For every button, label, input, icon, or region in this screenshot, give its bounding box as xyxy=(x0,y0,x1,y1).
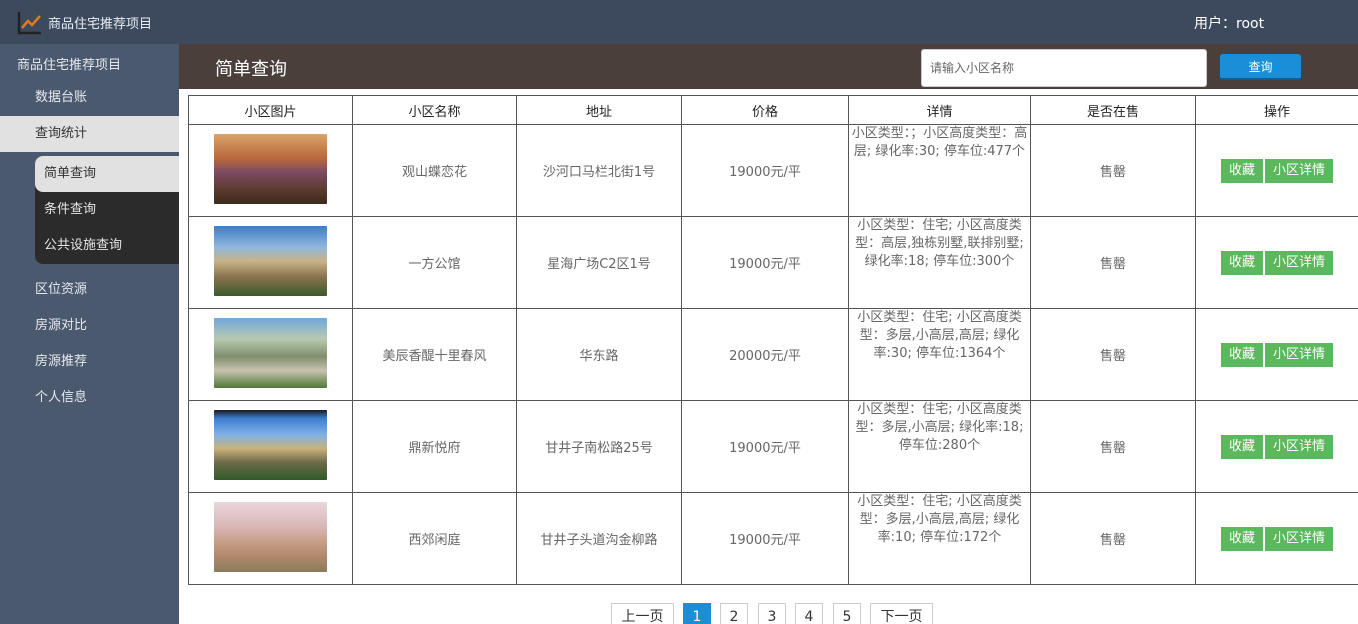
page-button-4[interactable]: 4 xyxy=(795,603,823,624)
community-detail-button[interactable]: 小区详情 xyxy=(1265,434,1334,459)
community-detail-button[interactable]: 小区详情 xyxy=(1265,526,1334,551)
sidebar-item-data-ledger[interactable]: 数据台账 xyxy=(0,80,179,116)
sidebar-item-recommend[interactable]: 房源推荐 xyxy=(0,344,179,380)
community-price: 19000元/平 xyxy=(681,492,849,585)
table-row: 一方公馆 星海广场C2区1号 19000元/平 小区类型：住宅; 小区高度类型：… xyxy=(188,216,1358,309)
col-header-image: 小区图片 xyxy=(188,95,353,125)
actions-cell: 收藏 小区详情 xyxy=(1195,216,1358,309)
col-header-detail: 详情 xyxy=(848,95,1031,125)
community-price: 19000元/平 xyxy=(681,124,849,217)
community-photo xyxy=(214,501,327,572)
community-name: 西郊闲庭 xyxy=(352,492,517,585)
community-address: 星海广场C2区1号 xyxy=(516,216,682,309)
favorite-button[interactable]: 收藏 xyxy=(1220,250,1263,275)
submenu-item-condition-query[interactable]: 条件查询 xyxy=(35,192,179,228)
user-label: 用户：root xyxy=(1194,16,1265,32)
image-cell xyxy=(188,308,353,401)
favorite-button[interactable]: 收藏 xyxy=(1220,526,1263,551)
community-name: 鼎新悦府 xyxy=(352,400,517,493)
community-address: 沙河口马栏北街1号 xyxy=(516,124,682,217)
community-photo xyxy=(214,317,327,388)
community-name: 美辰香醍十里春风 xyxy=(352,308,517,401)
community-price: 19000元/平 xyxy=(681,400,849,493)
sale-status: 售罄 xyxy=(1030,216,1196,309)
col-header-name: 小区名称 xyxy=(352,95,517,125)
actions-cell: 收藏 小区详情 xyxy=(1195,400,1358,493)
page-button-3[interactable]: 3 xyxy=(758,603,786,624)
search-button[interactable]: 查询 xyxy=(1220,54,1301,80)
page-button-2[interactable]: 2 xyxy=(720,603,748,624)
page-title: 简单查询 xyxy=(215,59,287,80)
search-input[interactable] xyxy=(921,49,1207,87)
image-cell xyxy=(188,492,353,585)
app-title: 商品住宅推荐项目 xyxy=(48,17,153,32)
image-cell xyxy=(188,124,353,217)
sale-status: 售罄 xyxy=(1030,124,1196,217)
community-detail: 小区类型：住宅; 小区高度类型：多层,小高层; 绿化率:18; 停车位:280个 xyxy=(848,400,1031,493)
col-header-address: 地址 xyxy=(516,95,682,125)
community-name: 观山蝶恋花 xyxy=(352,124,517,217)
sidebar-item-query-stats[interactable]: 查询统计 xyxy=(0,116,179,152)
image-cell xyxy=(188,400,353,493)
community-photo xyxy=(214,133,327,204)
community-detail-button[interactable]: 小区详情 xyxy=(1265,342,1334,367)
community-photo xyxy=(214,409,327,480)
community-detail-button[interactable]: 小区详情 xyxy=(1265,250,1334,275)
community-detail: 小区类型：住宅; 小区高度类型：多层,小高层,高层; 绿化率:10; 停车位:1… xyxy=(848,492,1031,585)
page-button-1[interactable]: 1 xyxy=(683,603,711,624)
sale-status: 售罄 xyxy=(1030,492,1196,585)
community-address: 甘井子头道沟金柳路 xyxy=(516,492,682,585)
community-price: 19000元/平 xyxy=(681,216,849,309)
sale-status: 售罄 xyxy=(1030,308,1196,401)
sidebar-item-profile[interactable]: 个人信息 xyxy=(0,380,179,416)
table-row: 西郊闲庭 甘井子头道沟金柳路 19000元/平 小区类型：住宅; 小区高度类型：… xyxy=(188,492,1358,585)
sidebar-item-location[interactable]: 区位资源 xyxy=(0,272,179,308)
favorite-button[interactable]: 收藏 xyxy=(1220,434,1263,459)
chart-logo-icon xyxy=(17,12,41,35)
community-detail: 小区类型：住宅; 小区高度类型：高层,独栋别墅,联排别墅; 绿化率:18; 停车… xyxy=(848,216,1031,309)
page-header: 简单查询 查询 xyxy=(179,44,1358,89)
page-button-5[interactable]: 5 xyxy=(833,603,861,624)
community-address: 华东路 xyxy=(516,308,682,401)
top-bar: 商品住宅推荐项目 用户：root xyxy=(0,0,1358,44)
favorite-button[interactable]: 收藏 xyxy=(1220,158,1263,183)
community-price: 20000元/平 xyxy=(681,308,849,401)
community-name: 一方公馆 xyxy=(352,216,517,309)
table-header-row: 小区图片 小区名称 地址 价格 详情 是否在售 操作 xyxy=(188,95,1358,125)
table-row: 美辰香醍十里春风 华东路 20000元/平 小区类型：住宅; 小区高度类型：多层… xyxy=(188,308,1358,401)
community-detail: 小区类型：住宅; 小区高度类型：多层,小高层,高层; 绿化率:30; 停车位:1… xyxy=(848,308,1031,401)
next-page-button[interactable]: 下一页 xyxy=(870,603,933,624)
table-row: 观山蝶恋花 沙河口马栏北街1号 19000元/平 小区类型：；小区高度类型：高层… xyxy=(188,124,1358,217)
sale-status: 售罄 xyxy=(1030,400,1196,493)
results-table: 小区图片 小区名称 地址 价格 详情 是否在售 操作 观山蝶恋花 沙河口马栏北街… xyxy=(188,95,1358,585)
actions-cell: 收藏 小区详情 xyxy=(1195,308,1358,401)
community-detail-button[interactable]: 小区详情 xyxy=(1265,158,1334,183)
submenu-item-simple-query[interactable]: 简单查询 xyxy=(35,156,179,192)
table-row: 鼎新悦府 甘井子南松路25号 19000元/平 小区类型：住宅; 小区高度类型：… xyxy=(188,400,1358,493)
col-header-on-sale: 是否在售 xyxy=(1030,95,1196,125)
sidebar: 商品住宅推荐项目 数据台账 查询统计 简单查询 条件查询 公共设施查询 区位资源… xyxy=(0,44,179,624)
col-header-actions: 操作 xyxy=(1195,95,1358,125)
image-cell xyxy=(188,216,353,309)
prev-page-button[interactable]: 上一页 xyxy=(611,603,674,624)
sidebar-item-compare[interactable]: 房源对比 xyxy=(0,308,179,344)
submenu-item-facility-query[interactable]: 公共设施查询 xyxy=(35,228,179,264)
col-header-price: 价格 xyxy=(681,95,849,125)
sidebar-header: 商品住宅推荐项目 xyxy=(17,58,122,73)
community-detail: 小区类型：；小区高度类型：高层; 绿化率:30; 停车位:477个 xyxy=(848,124,1031,217)
actions-cell: 收藏 小区详情 xyxy=(1195,124,1358,217)
community-photo xyxy=(214,225,327,296)
favorite-button[interactable]: 收藏 xyxy=(1220,342,1263,367)
community-address: 甘井子南松路25号 xyxy=(516,400,682,493)
actions-cell: 收藏 小区详情 xyxy=(1195,492,1358,585)
query-submenu: 简单查询 条件查询 公共设施查询 xyxy=(35,156,179,264)
